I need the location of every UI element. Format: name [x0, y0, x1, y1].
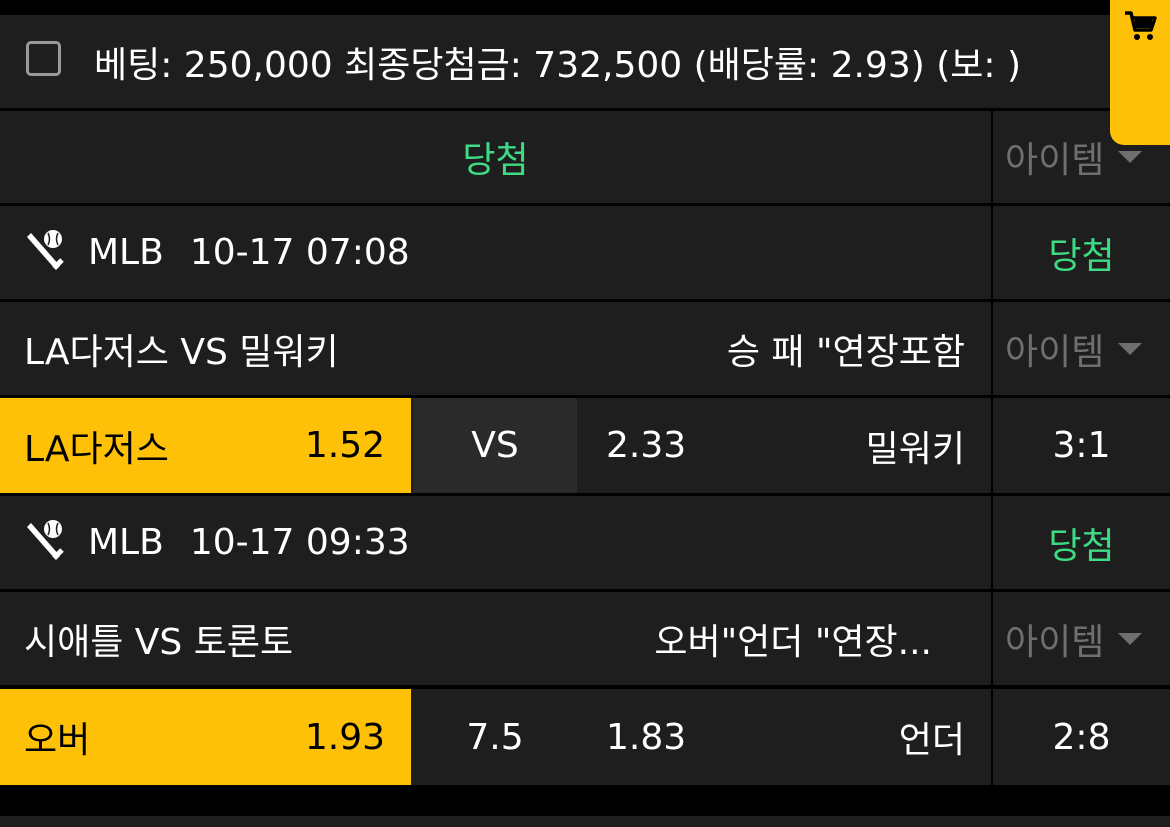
- market-type: 오버"언더 "연장...: [654, 621, 932, 663]
- chevron-down-icon: [1118, 632, 1143, 645]
- bet-summary-bar: 베팅: 250,000 최종당첨금: 732,500 (배당률: 2.93) (…: [0, 15, 1170, 108]
- match-header: MLB 10-17 07:08 당첨: [0, 206, 1170, 299]
- bet-summary-text: 베팅: 250,000 최종당첨금: 732,500 (배당률: 2.93) (…: [94, 44, 1022, 86]
- draw-pick[interactable]: VS: [413, 398, 577, 493]
- item-dropdown-label: 아이템: [1005, 621, 1105, 663]
- away-name: 밀워키: [865, 428, 965, 470]
- match-status: 당첨: [1048, 525, 1115, 567]
- match-title-row: 시애틀 VS 토론토 오버"언더 "연장... 아이템: [0, 592, 1170, 685]
- select-checkbox[interactable]: [26, 41, 61, 76]
- league-datetime: MLB 10-17 07:08: [88, 206, 410, 299]
- over-pick-selected[interactable]: 오버 1.93: [0, 689, 411, 785]
- match-title-row: LA다저스 VS 밀워키 승 패 "연장포함 아이템: [0, 302, 1170, 395]
- match-header: MLB 10-17 09:33 당첨: [0, 496, 1170, 589]
- away-odds: 1.83: [606, 716, 687, 758]
- overall-status: 당첨: [462, 140, 529, 181]
- footer-edge: [0, 816, 1170, 827]
- odds-row: 오버 1.93 7.5 1.83 언더 2:8: [0, 689, 1170, 785]
- home-odds: 1.52: [304, 425, 385, 466]
- final-score: 3:1: [1052, 425, 1111, 466]
- league-label: MLB: [88, 232, 164, 273]
- item-dropdown[interactable]: 아이템: [993, 302, 1170, 395]
- away-name: 언더: [898, 720, 965, 761]
- item-dropdown-label: 아이템: [1005, 331, 1105, 373]
- home-name: 오버: [24, 720, 91, 761]
- line-value: 7.5: [413, 689, 577, 785]
- away-pick[interactable]: 2.33 밀워키: [579, 398, 991, 493]
- match-title: 시애틀 VS 토론토: [24, 621, 294, 663]
- match-title: LA다저스 VS 밀워키: [24, 331, 339, 373]
- final-score: 2:8: [1052, 716, 1111, 758]
- cart-icon: [1125, 11, 1157, 40]
- match-status: 당첨: [1048, 235, 1115, 277]
- market-type: 승 패 "연장포함: [726, 331, 965, 373]
- cart-button[interactable]: [1110, 0, 1170, 145]
- home-name: LA다저스: [24, 428, 169, 470]
- middle-label: 7.5: [466, 716, 524, 758]
- baseball-icon: [27, 520, 64, 560]
- match-datetime: 10-17 07:08: [189, 232, 410, 273]
- baseball-icon: [27, 230, 64, 270]
- league-label: MLB: [88, 522, 164, 563]
- match-datetime: 10-17 09:33: [189, 522, 410, 563]
- home-odds: 1.93: [304, 716, 385, 758]
- home-pick-selected[interactable]: LA다저스 1.52: [0, 398, 411, 493]
- item-dropdown-label: 아이템: [1005, 140, 1105, 181]
- odds-row: LA다저스 1.52 VS 2.33 밀워키 3:1: [0, 398, 1170, 493]
- item-dropdown[interactable]: 아이템: [993, 592, 1170, 685]
- under-pick[interactable]: 1.83 언더: [579, 689, 991, 785]
- away-odds: 2.33: [606, 425, 687, 466]
- chevron-down-icon: [1118, 342, 1143, 355]
- overall-result-row: 당첨 아이템: [0, 111, 1170, 203]
- middle-label: VS: [471, 425, 519, 466]
- chevron-down-icon: [1118, 151, 1143, 163]
- league-datetime: MLB 10-17 09:33: [88, 496, 410, 589]
